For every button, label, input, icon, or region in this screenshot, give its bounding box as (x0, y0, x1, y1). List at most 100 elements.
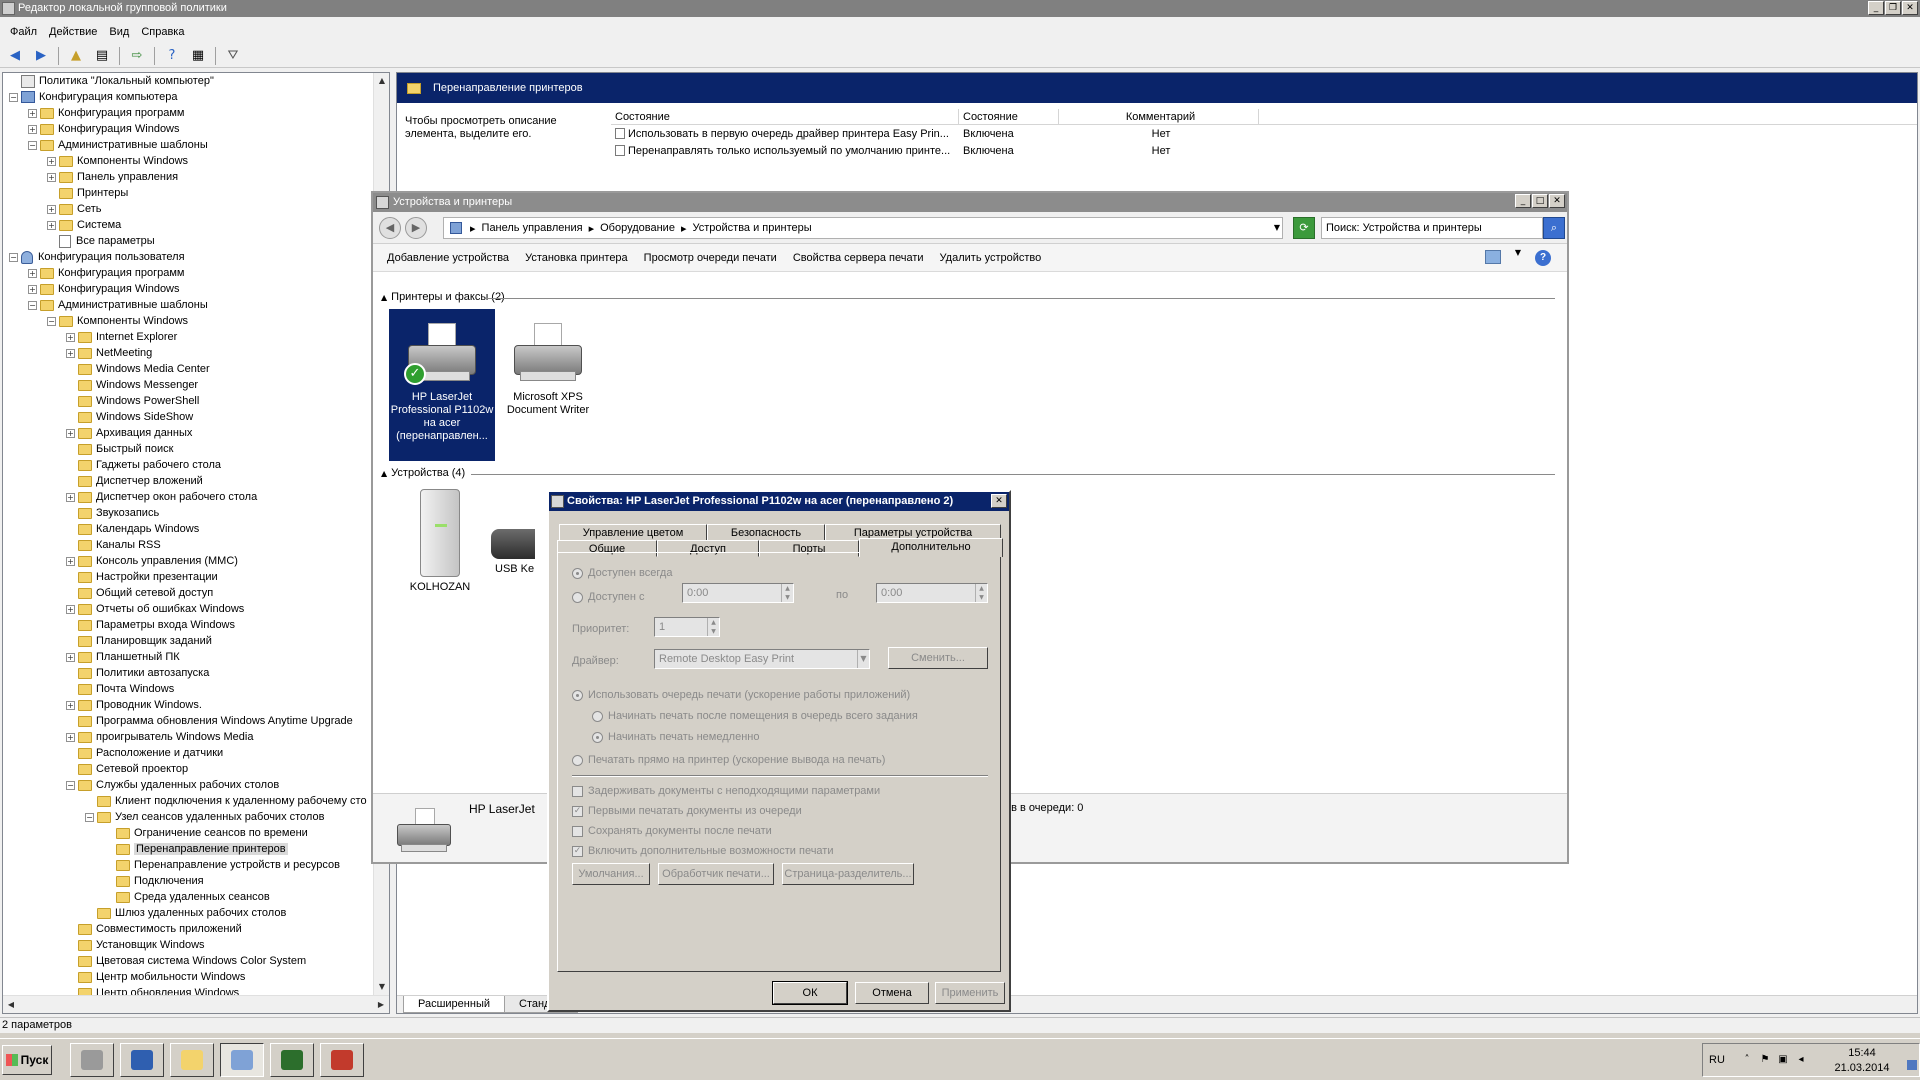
radio-icon[interactable] (572, 754, 583, 766)
tree-node[interactable]: Windows Messenger (66, 377, 198, 393)
expand-icon[interactable]: + (66, 604, 75, 614)
show-hidden-icons-icon[interactable]: ˄ (1741, 1054, 1753, 1066)
time-to-spinner[interactable]: 0:00 ▲ ▼ (876, 583, 988, 603)
scroll-left-arrow-icon[interactable]: ◀ (3, 997, 19, 1013)
refresh-icon[interactable]: ⟳ (1293, 217, 1315, 239)
change-driver-button[interactable]: Сменить... (888, 647, 988, 669)
spinner-arrows-icon[interactable]: ▲ ▼ (975, 584, 987, 602)
printer-hp-laserjet[interactable]: ✓ HP LaserJet Professional P1102w на ace… (389, 309, 495, 461)
tree-node[interactable]: Центр мобильности Windows (66, 969, 245, 985)
tree-node[interactable]: + Панель управления (47, 169, 178, 185)
expand-icon[interactable]: + (66, 556, 75, 566)
policy-row[interactable]: Перенаправлять только используемый по ум… (611, 142, 1917, 159)
tree-node[interactable]: Шлюз удаленных рабочих столов (85, 905, 286, 921)
tree-node[interactable]: − Административные шаблоны (28, 137, 208, 153)
policy-row[interactable]: Использовать в первую очередь драйвер пр… (611, 125, 1917, 142)
tree-node[interactable]: + Конфигурация программ (28, 265, 184, 281)
available-from-option[interactable]: Доступен с (572, 591, 645, 603)
collapse-icon[interactable]: − (85, 812, 94, 822)
action-center-flag-icon[interactable]: ⚑ (1759, 1054, 1771, 1066)
menu-help[interactable]: Справка (135, 26, 190, 38)
radio-icon[interactable] (592, 731, 603, 743)
tree-node[interactable]: + Проводник Windows. (66, 697, 202, 713)
separator-page-button[interactable]: Страница-разделитель... (782, 863, 914, 885)
tree-node[interactable]: Совместимость приложений (66, 921, 242, 937)
tree-node[interactable]: Среда удаленных сеансов (104, 889, 270, 905)
tree-node[interactable]: Центр обновления Windows (66, 985, 239, 995)
tree-node[interactable]: − Компоненты Windows (47, 313, 188, 329)
tree-node[interactable]: Политики автозапуска (66, 665, 209, 681)
tree-node[interactable]: + Планшетный ПК (66, 649, 180, 665)
tree-node[interactable]: Принтеры (47, 185, 128, 201)
checkbox-icon[interactable] (572, 785, 583, 797)
tree-node[interactable]: Перенаправление принтеров (104, 841, 288, 857)
tree-node[interactable]: + Диспетчер окон рабочего стола (66, 489, 257, 505)
devices-titlebar[interactable]: Устройства и принтеры _ □ ✕ (373, 193, 1567, 212)
checkbox-icon[interactable]: ✓ (572, 845, 583, 857)
hold-mismatched-checkbox[interactable]: Задерживать документы с неподходящими па… (572, 785, 880, 797)
tree-node[interactable]: Планировщик заданий (66, 633, 212, 649)
collapse-caret-icon[interactable]: ▲ (381, 469, 387, 478)
tree-node[interactable]: Общий сетевой доступ (66, 585, 213, 601)
dropdown-arrow-icon[interactable]: ▼ (857, 650, 869, 668)
maximize-button[interactable]: □ (1532, 194, 1548, 208)
breadcrumb-separator-icon[interactable]: ▸ (589, 222, 595, 235)
minimize-button[interactable]: _ (1868, 1, 1884, 15)
tree-node[interactable]: Календарь Windows (66, 521, 199, 537)
tree-node[interactable]: + Конфигурация Windows (28, 121, 180, 137)
forward-icon[interactable]: ▶ (405, 217, 427, 239)
tree-node[interactable]: Сетевой проектор (66, 761, 188, 777)
expand-icon[interactable]: + (28, 268, 37, 278)
clock[interactable]: 15:44 21.03.2014 (1827, 1046, 1897, 1076)
time-from-spinner[interactable]: 0:00 ▲ ▼ (682, 583, 794, 603)
tree-node[interactable]: Программа обновления Windows Anytime Upg… (66, 713, 353, 729)
tree-node[interactable]: Диспетчер вложений (66, 473, 203, 489)
device-usb-keyboard[interactable]: USB Ke (491, 489, 535, 599)
tree-node[interactable]: Windows Media Center (66, 361, 210, 377)
remove-device-button[interactable]: Удалить устройство (932, 252, 1050, 264)
forward-icon[interactable]: ▶ (30, 46, 52, 66)
tree-node[interactable]: + Консоль управления (MMC) (66, 553, 238, 569)
apply-button[interactable]: Применить (935, 982, 1005, 1004)
print-spooled-first-checkbox[interactable]: ✓ Первыми печатать документы из очереди (572, 805, 802, 817)
minimize-button[interactable]: _ (1515, 194, 1531, 208)
spinner-arrows-icon[interactable]: ▲ ▼ (707, 618, 719, 636)
network-icon[interactable]: ▣ (1777, 1054, 1789, 1066)
ok-button[interactable]: ОК (772, 981, 848, 1005)
tree-node[interactable]: Windows PowerShell (66, 393, 199, 409)
start-immediately-option[interactable]: Начинать печать немедленно (592, 731, 759, 743)
tree-node[interactable]: Windows SideShow (66, 409, 193, 425)
tree-node[interactable]: Почта Windows (66, 681, 174, 697)
tree-node[interactable]: Политика "Локальный компьютер" (9, 73, 214, 89)
breadcrumb-hardware[interactable]: Оборудование (600, 222, 675, 234)
expand-icon[interactable]: + (47, 172, 56, 182)
expand-icon[interactable]: + (66, 700, 75, 710)
filter-icon[interactable]: ⛛ (222, 46, 244, 66)
tree-node[interactable]: Ограничение сеансов по времени (104, 825, 308, 841)
close-button[interactable]: ✕ (991, 494, 1007, 508)
tree-node[interactable]: Все параметры (47, 233, 155, 249)
tree-node[interactable]: Подключения (104, 873, 204, 889)
advanced-features-checkbox[interactable]: ✓ Включить дополнительные возможности пе… (572, 845, 833, 857)
tree-node[interactable]: − Административные шаблоны (28, 297, 208, 313)
show-hide-tree-icon[interactable]: ▤ (91, 46, 113, 66)
tree-node[interactable]: Каналы RSS (66, 537, 161, 553)
back-icon[interactable]: ◀ (4, 46, 26, 66)
scroll-down-arrow-icon[interactable]: ▼ (374, 979, 389, 995)
back-icon[interactable]: ◀ (379, 217, 401, 239)
search-input[interactable]: Поиск: Устройства и принтеры (1321, 217, 1543, 239)
properties-titlebar[interactable]: Свойства: HP LaserJet Professional P1102… (549, 492, 1009, 511)
printing-defaults-button[interactable]: Умолчания... (572, 863, 650, 885)
device-kolhozan[interactable]: KOLHOZAN (387, 489, 493, 599)
expand-icon[interactable]: + (47, 204, 56, 214)
breadcrumb-devices[interactable]: Устройства и принтеры (692, 222, 811, 234)
close-button[interactable]: ✕ (1902, 1, 1918, 15)
radio-icon[interactable] (572, 689, 583, 701)
start-button[interactable]: Пуск (2, 1045, 52, 1075)
tree-node[interactable]: + проигрыватель Windows Media (66, 729, 253, 745)
expand-icon[interactable]: + (66, 348, 75, 358)
add-printer-button[interactable]: Установка принтера (517, 252, 636, 264)
breadcrumb-separator-icon[interactable]: ▸ (681, 222, 687, 235)
radio-icon[interactable] (572, 567, 583, 579)
tab-color-management[interactable]: Управление цветом (559, 524, 707, 541)
